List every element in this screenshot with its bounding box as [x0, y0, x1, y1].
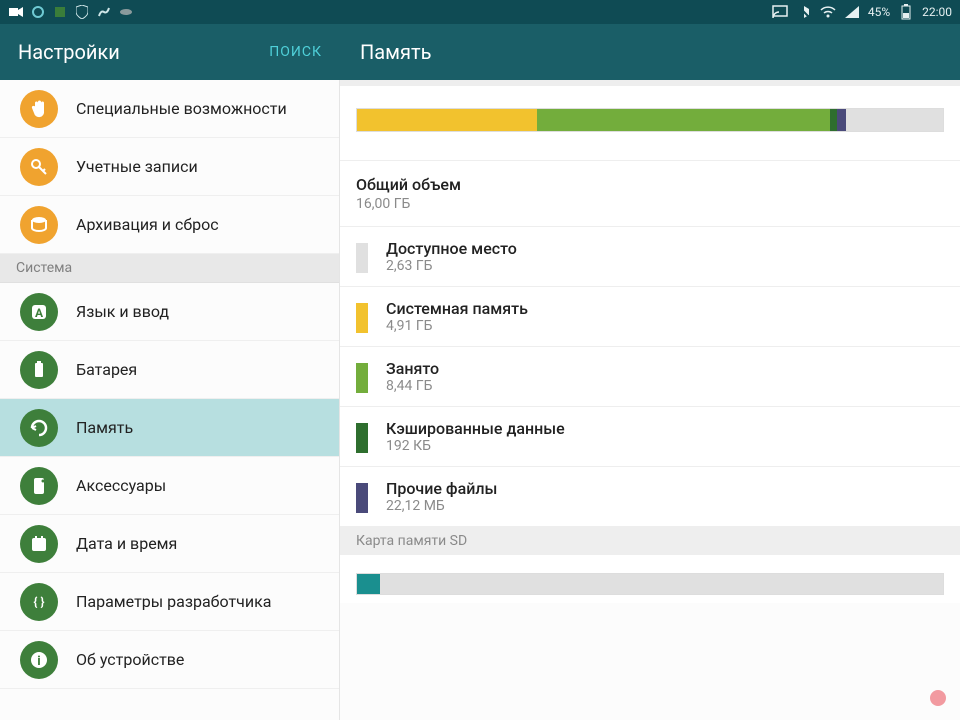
sidebar-item[interactable]: Архивация и сброс — [0, 196, 339, 254]
app-icon-2 — [52, 4, 68, 20]
sidebar-item[interactable]: Дата и время — [0, 515, 339, 573]
usage-segment — [357, 109, 537, 131]
cast-icon — [772, 4, 788, 20]
sidebar-item[interactable]: Аксессуары — [0, 457, 339, 515]
legend-swatch — [356, 483, 368, 513]
info-icon: i — [20, 641, 58, 679]
legend-value: 192 КБ — [386, 438, 565, 454]
legend-swatch — [356, 303, 368, 333]
calendar-icon — [20, 525, 58, 563]
app-icon-1 — [30, 4, 46, 20]
sidebar-item[interactable]: i Об устройстве — [0, 631, 339, 689]
storage-legend-row[interactable]: Системная память4,91 ГБ — [340, 287, 960, 347]
battery-icon — [20, 351, 58, 389]
sidebar-item[interactable]: Учетные записи — [0, 138, 339, 196]
device-usage-bar — [356, 108, 944, 132]
search-button[interactable]: ПОИСК — [269, 44, 322, 60]
sidebar-item-label: Параметры разработчика — [76, 592, 271, 611]
legend-title: Кэшированные данные — [386, 419, 565, 438]
storage-legend-row[interactable]: Занято8,44 ГБ — [340, 347, 960, 407]
legend-title: Системная память — [386, 299, 528, 318]
sidebar-item-label: Аксессуары — [76, 476, 166, 495]
legend-title: Прочие файлы — [386, 479, 497, 498]
sd-usage-segment — [380, 574, 943, 594]
sidebar-item-label: Специальные возможности — [76, 99, 287, 118]
device-icon — [20, 467, 58, 505]
storage-legend-row[interactable]: Кэшированные данные192 КБ — [340, 407, 960, 467]
clock: 22:00 — [922, 5, 952, 19]
svg-text:A: A — [35, 306, 44, 320]
mute-icon — [796, 4, 812, 20]
app-icon-3 — [96, 4, 112, 20]
signal-icon — [844, 4, 860, 20]
usage-segment — [830, 109, 837, 131]
page-header: Память — [340, 24, 960, 80]
sidebar-item-label: Архивация и сброс — [76, 215, 219, 234]
device-usage-bar-card — [340, 86, 960, 161]
letter-a-icon: A — [20, 293, 58, 331]
svg-text:i: i — [37, 654, 40, 669]
sidebar-item-label: Дата и время — [76, 534, 177, 553]
usage-segment — [846, 109, 943, 131]
legend-swatch — [356, 363, 368, 393]
sidebar-section-header: Система — [0, 254, 339, 283]
legend-title: Доступное место — [386, 239, 517, 258]
shield-icon — [74, 4, 90, 20]
storage-icon — [20, 409, 58, 447]
dev-icon: { } — [20, 583, 58, 621]
settings-sidebar[interactable]: Специальные возможности Учетные записи Арх… — [0, 80, 340, 720]
legend-value: 8,44 ГБ — [386, 378, 439, 394]
sidebar-item[interactable]: { } Параметры разработчика — [0, 573, 339, 631]
total-space-title: Общий объем — [356, 175, 944, 194]
app-icon-4 — [118, 4, 134, 20]
sidebar-item-label: Учетные записи — [76, 157, 198, 176]
sidebar-item[interactable]: Память — [0, 399, 339, 457]
total-space-value: 16,00 ГБ — [356, 196, 944, 212]
storage-legend-row[interactable]: Прочие файлы22,12 МБ — [340, 467, 960, 527]
sidebar-item-label: Об устройстве — [76, 650, 184, 669]
legend-value: 22,12 МБ — [386, 498, 497, 514]
legend-value: 4,91 ГБ — [386, 318, 528, 334]
sd-usage-bar-card — [340, 555, 960, 603]
usage-segment — [837, 109, 846, 131]
page-title: Память — [360, 40, 431, 64]
sidebar-item[interactable]: Батарея — [0, 341, 339, 399]
total-space-row[interactable]: Общий объем 16,00 ГБ — [340, 161, 960, 227]
battery-percent: 45% — [868, 5, 890, 19]
storage-legend-row[interactable]: Доступное место2,63 ГБ — [340, 227, 960, 287]
battery-icon — [898, 4, 914, 20]
svg-text:{ }: { } — [34, 595, 45, 609]
sd-card-section-header: Карта памяти SD — [340, 527, 960, 555]
assist-dot[interactable] — [930, 690, 946, 706]
legend-swatch — [356, 423, 368, 453]
sidebar-item[interactable]: A Язык и ввод — [0, 283, 339, 341]
sidebar-item-label: Язык и ввод — [76, 302, 169, 321]
storage-panel[interactable]: Память устройства Общий объем 16,00 ГБ Д… — [340, 80, 960, 720]
sd-usage-bar — [356, 573, 944, 595]
wifi-icon — [820, 4, 836, 20]
key-icon — [20, 148, 58, 186]
sidebar-item[interactable]: Специальные возможности — [0, 80, 339, 138]
legend-swatch — [356, 243, 368, 273]
app-header: Настройки ПОИСК Память — [0, 24, 960, 80]
usage-segment — [537, 109, 830, 131]
sidebar-item-label: Память — [76, 418, 133, 437]
sd-usage-segment — [357, 574, 380, 594]
video-icon — [8, 4, 24, 20]
sidebar-item-label: Батарея — [76, 360, 137, 379]
backup-icon — [20, 206, 58, 244]
status-bar: 45% 22:00 — [0, 0, 960, 24]
settings-header: Настройки ПОИСК — [0, 24, 340, 80]
legend-value: 2,63 ГБ — [386, 258, 517, 274]
legend-title: Занято — [386, 359, 439, 378]
hand-icon — [20, 90, 58, 128]
settings-title: Настройки — [18, 40, 120, 64]
